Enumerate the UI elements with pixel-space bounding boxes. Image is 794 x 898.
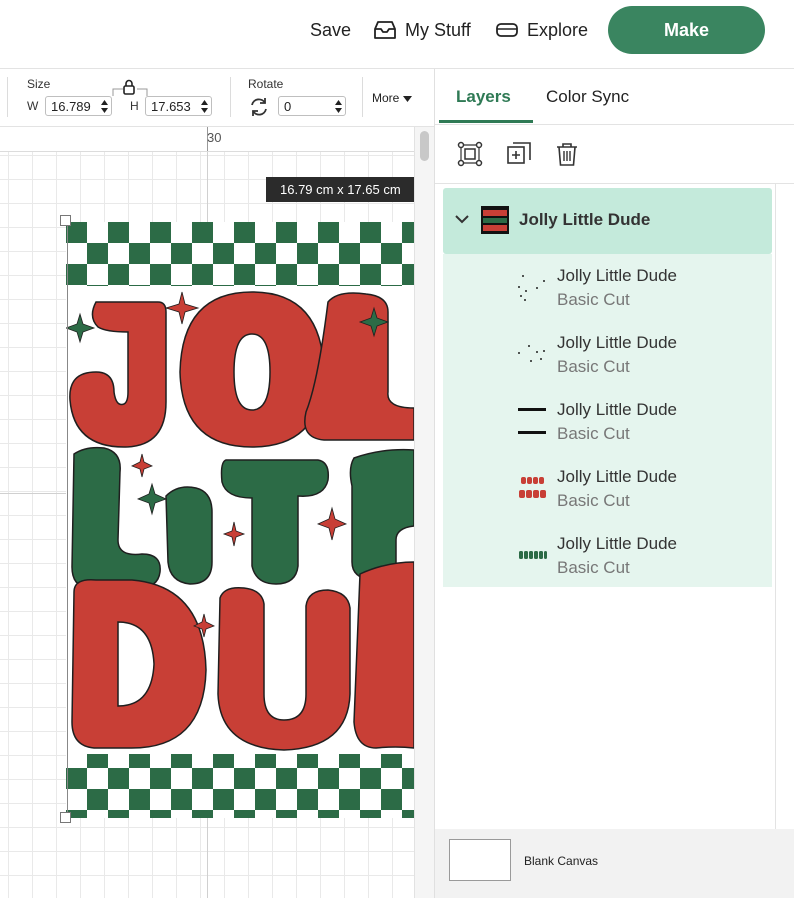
small-dots-thumb-icon [518, 345, 545, 362]
group-thumbnail-icon [481, 206, 509, 234]
layer-name: Jolly Little Dude [557, 534, 678, 553]
layer-name: Jolly Little Dude [557, 400, 678, 419]
design-artwork [66, 222, 414, 818]
width-value: 16.789 [51, 99, 91, 114]
make-label: Make [663, 19, 710, 40]
layer-name: Jolly Little Dude [557, 266, 678, 285]
layer-item[interactable]: Jolly Little Dude Basic Cut [443, 455, 772, 522]
active-tab-indicator [439, 120, 533, 123]
ticket-icon [496, 23, 518, 37]
height-input[interactable]: 17.653 [145, 96, 212, 116]
top-checker-border [66, 222, 414, 286]
tabs-divider [435, 124, 794, 125]
dots-thumb-icon [518, 275, 545, 301]
tab-color-sync-label: Color Sync [546, 87, 630, 106]
rotate-label: Rotate [248, 77, 284, 91]
layer-operation: Basic Cut [557, 491, 630, 510]
more-label: More [372, 91, 400, 105]
height-value: 17.653 [151, 99, 191, 114]
height-label: H [130, 99, 139, 113]
layer-item[interactable]: Jolly Little Dude Basic Cut [443, 321, 772, 388]
rotate-icon[interactable] [248, 96, 270, 118]
width-stepper-icon[interactable] [100, 99, 109, 114]
layer-item[interactable]: Jolly Little Dude Basic Cut [443, 388, 772, 455]
red-text-thumb-icon [519, 477, 546, 498]
layer-operation: Basic Cut [557, 357, 630, 376]
blank-canvas-thumbnail[interactable] [449, 839, 511, 881]
inbox-icon [374, 21, 396, 39]
group-icon[interactable] [457, 141, 483, 167]
save-button[interactable]: Save [310, 0, 351, 60]
bottom-checker-border [66, 754, 414, 818]
layer-list: Jolly Little Dude Basic Cut Jolly Little… [443, 254, 772, 587]
rotate-value: 0 [284, 99, 292, 114]
width-input[interactable]: 16.789 [45, 96, 112, 116]
my-stuff-label: My Stuff [405, 19, 471, 40]
toolbar-divider [7, 77, 8, 117]
more-button[interactable]: More [372, 91, 412, 105]
layers-panel: Layers Color Sync Jolly Little Dude Joll… [434, 69, 794, 898]
tab-color-sync[interactable]: Color Sync [546, 69, 629, 124]
top-ruler: 30 [0, 127, 414, 152]
height-stepper-icon[interactable] [200, 99, 209, 114]
explore-label: Explore [527, 19, 589, 40]
blank-canvas-label: Blank Canvas [524, 854, 599, 868]
size-label: Size [27, 77, 51, 91]
tools-divider [435, 183, 794, 184]
layer-name: Jolly Little Dude [557, 467, 678, 486]
trash-icon[interactable] [554, 141, 580, 167]
layer-operation: Basic Cut [557, 558, 630, 577]
width-label: W [27, 99, 39, 113]
chevron-down-icon[interactable] [455, 215, 469, 224]
my-stuff-button[interactable]: My Stuff [373, 0, 471, 60]
group-name: Jolly Little Dude [519, 210, 651, 229]
jolly-little-dude-design[interactable] [66, 222, 414, 818]
scroll-thumb[interactable] [420, 131, 429, 161]
rotate-input[interactable]: 0 [278, 96, 346, 116]
save-label: Save [310, 19, 352, 40]
green-text-thumb-icon [519, 551, 547, 559]
lock-bracket [112, 88, 148, 96]
canvas-footer: Blank Canvas [435, 829, 794, 898]
tab-layers-label: Layers [456, 87, 511, 106]
top-bar: Save My Stuff Explore Make [0, 0, 794, 69]
layer-item[interactable]: Jolly Little Dude Basic Cut [443, 254, 772, 321]
layer-operation: Basic Cut [557, 290, 630, 309]
resize-handle-top-left[interactable] [60, 215, 71, 226]
toolbar-divider [230, 77, 231, 117]
lines-thumb-icon [518, 408, 546, 434]
layer-operation: Basic Cut [557, 424, 630, 443]
layer-group-jolly-little-dude[interactable]: Jolly Little Dude [443, 188, 772, 254]
caret-down-icon [402, 96, 412, 102]
selection-edge [67, 222, 68, 818]
layer-item[interactable]: Jolly Little Dude Basic Cut [443, 522, 772, 589]
ruler-label: 30 [207, 130, 222, 145]
duplicate-icon[interactable] [506, 141, 532, 167]
toolbar-divider [362, 77, 363, 117]
resize-handle-bottom-left[interactable] [60, 812, 71, 823]
dimensions-tooltip: 16.79 cm x 17.65 cm [266, 177, 414, 202]
rotate-stepper-icon[interactable] [334, 99, 343, 114]
canvas-scrollbar[interactable] [414, 127, 435, 898]
make-button[interactable]: Make [608, 6, 765, 54]
tab-layers[interactable]: Layers [456, 69, 511, 124]
panel-scrollbar-track[interactable] [775, 184, 776, 829]
explore-button[interactable]: Explore [495, 0, 588, 60]
layer-name: Jolly Little Dude [557, 333, 678, 352]
edit-toolbar: Size W 16.789 H 17.653 Rotate 0 More [0, 69, 434, 127]
